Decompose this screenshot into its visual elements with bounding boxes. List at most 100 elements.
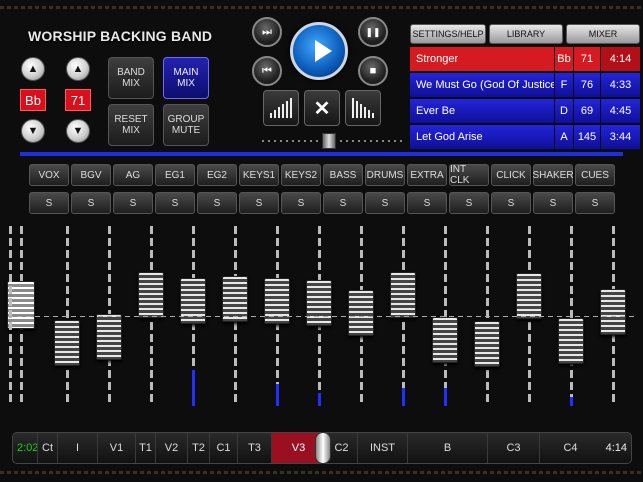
channel-label-button[interactable]: EXTRA — [407, 164, 447, 186]
channel-fader-knob[interactable] — [390, 272, 416, 318]
song-duration: 4:14 — [601, 47, 640, 71]
channel-fader-knob[interactable] — [558, 318, 584, 364]
solo-button[interactable]: S — [449, 192, 489, 214]
group-mute-button[interactable]: GROUP MUTE — [163, 104, 209, 146]
channel-fader-knob[interactable] — [516, 273, 542, 319]
timeline-section[interactable]: I — [57, 433, 97, 463]
playlist-row[interactable]: Stronger Bb 71 4:14 — [410, 47, 640, 71]
app-title: WORSHIP BACKING BAND — [28, 28, 213, 44]
main-mix-button[interactable]: MAIN MIX — [163, 57, 209, 99]
band-mix-button[interactable]: BAND MIX — [108, 57, 154, 99]
song-key: Bb — [555, 47, 573, 71]
channel-level-meter — [192, 370, 195, 406]
reset-mix-button[interactable]: RESET MIX — [108, 104, 154, 146]
rewind-button[interactable]: ⏮ — [252, 56, 282, 86]
song-duration: 3:44 — [601, 125, 640, 149]
solo-button[interactable]: S — [113, 192, 153, 214]
playlist-row[interactable]: Ever Be D 69 4:45 — [410, 99, 640, 123]
play-button[interactable] — [290, 22, 348, 80]
solo-button[interactable]: S — [281, 192, 321, 214]
timeline-section[interactable]: T1 — [135, 433, 155, 463]
tab-settings-help[interactable]: SETTINGS/HELP — [410, 24, 486, 44]
shuffle-button[interactable]: ✕ — [304, 90, 340, 126]
tab-mixer[interactable]: MIXER — [566, 24, 640, 44]
timeline-section[interactable]: T3 — [237, 433, 271, 463]
timeline-section[interactable]: V2 — [155, 433, 187, 463]
channel-label-button[interactable]: CUES — [575, 164, 615, 186]
channel-label-button[interactable]: INT CLK — [449, 164, 489, 186]
playlist-row[interactable]: We Must Go (God Of Justice) F 76 4:33 — [410, 73, 640, 97]
timeline-section[interactable]: Ct — [37, 433, 57, 463]
timeline-section[interactable]: T2 — [187, 433, 209, 463]
song-key: D — [555, 99, 573, 123]
timeline-section[interactable]: C3 — [487, 433, 539, 463]
solo-button[interactable]: S — [71, 192, 111, 214]
solo-button[interactable]: S — [323, 192, 363, 214]
channel-label-button[interactable]: BGV — [71, 164, 111, 186]
channel-fader-knob[interactable] — [96, 314, 122, 360]
crossfade-slider[interactable] — [262, 133, 402, 149]
crossfade-handle[interactable] — [322, 133, 336, 149]
triangle-up-icon: ▲ — [72, 63, 84, 75]
pause-button[interactable]: ❚❚ — [358, 17, 388, 47]
channel-fader-knob[interactable] — [432, 317, 458, 363]
channel-fader-knob[interactable] — [264, 278, 290, 324]
playlist-row[interactable]: Let God Arise A 145 3:44 — [410, 125, 640, 149]
channel-label-button[interactable]: BASS — [323, 164, 363, 186]
channel-label-button[interactable]: CLICK — [491, 164, 531, 186]
solo-button[interactable]: S — [575, 192, 615, 214]
channel-label-button[interactable]: KEYS2 — [281, 164, 321, 186]
tempo-up-button[interactable]: ▲ — [66, 57, 90, 81]
channel-label-button[interactable]: EG2 — [197, 164, 237, 186]
triangle-up-icon: ▲ — [27, 63, 39, 75]
key-down-button[interactable]: ▼ — [21, 119, 45, 143]
channel-fader-knob[interactable] — [54, 320, 80, 366]
timeline-section[interactable]: V1 — [97, 433, 135, 463]
solo-button[interactable]: S — [365, 192, 405, 214]
playhead-handle[interactable] — [315, 432, 331, 464]
solo-button[interactable]: S — [239, 192, 279, 214]
stitched-border-top — [0, 6, 643, 9]
solo-button[interactable]: S — [491, 192, 531, 214]
channel-fader-knob[interactable] — [306, 280, 332, 326]
tab-library[interactable]: LIBRARY — [489, 24, 563, 44]
timeline-section[interactable]: C1 — [209, 433, 237, 463]
tempo-down-button[interactable]: ▼ — [66, 119, 90, 143]
song-tempo: 145 — [574, 125, 600, 149]
timeline-section[interactable]: B — [407, 433, 487, 463]
solo-button[interactable]: S — [29, 192, 69, 214]
key-up-button[interactable]: ▲ — [21, 57, 45, 81]
skip-forward-button[interactable]: ⏭ — [252, 17, 282, 47]
solo-button[interactable]: S — [533, 192, 573, 214]
channel-label-button[interactable]: VOX — [29, 164, 69, 186]
fade-in-icon — [270, 98, 292, 118]
skip-forward-icon: ⏭ — [262, 25, 272, 38]
channel-label-button[interactable]: AG — [113, 164, 153, 186]
tempo-display: 71 — [65, 89, 91, 111]
channel-level-meter — [402, 388, 405, 406]
song-duration: 4:33 — [601, 73, 640, 97]
timeline-section[interactable]: C4 — [539, 433, 601, 463]
stop-icon: ■ — [369, 65, 377, 77]
channel-label-button[interactable]: EG1 — [155, 164, 195, 186]
solo-button[interactable]: S — [155, 192, 195, 214]
section-divider — [20, 152, 623, 156]
solo-button[interactable]: S — [407, 192, 447, 214]
channel-fader-knob[interactable] — [474, 321, 500, 367]
fade-in-button[interactable] — [263, 90, 299, 126]
channel-fader-knob[interactable] — [348, 290, 374, 336]
song-tempo: 69 — [574, 99, 600, 123]
timeline-section[interactable]: INST — [357, 433, 407, 463]
stop-button[interactable]: ■ — [358, 56, 388, 86]
fade-out-button[interactable] — [345, 90, 381, 126]
song-name: We Must Go (God Of Justice) — [410, 73, 554, 97]
song-timeline[interactable]: 2:02 4:14 Ct I V1 T1 V2 T2 C1 T3 V3 C2 INST B C3 C4 — [12, 432, 632, 464]
channel-fader-knob[interactable] — [180, 278, 206, 324]
solo-button[interactable]: S — [197, 192, 237, 214]
rewind-icon: ⏮ — [262, 64, 272, 77]
channel-fader-knob[interactable] — [138, 272, 164, 318]
channel-label-button[interactable]: SHAKER — [532, 164, 574, 186]
channel-label-button[interactable]: DRUMS — [365, 164, 405, 186]
channel-fader-knob[interactable] — [600, 289, 626, 335]
channel-label-button[interactable]: KEYS1 — [239, 164, 279, 186]
